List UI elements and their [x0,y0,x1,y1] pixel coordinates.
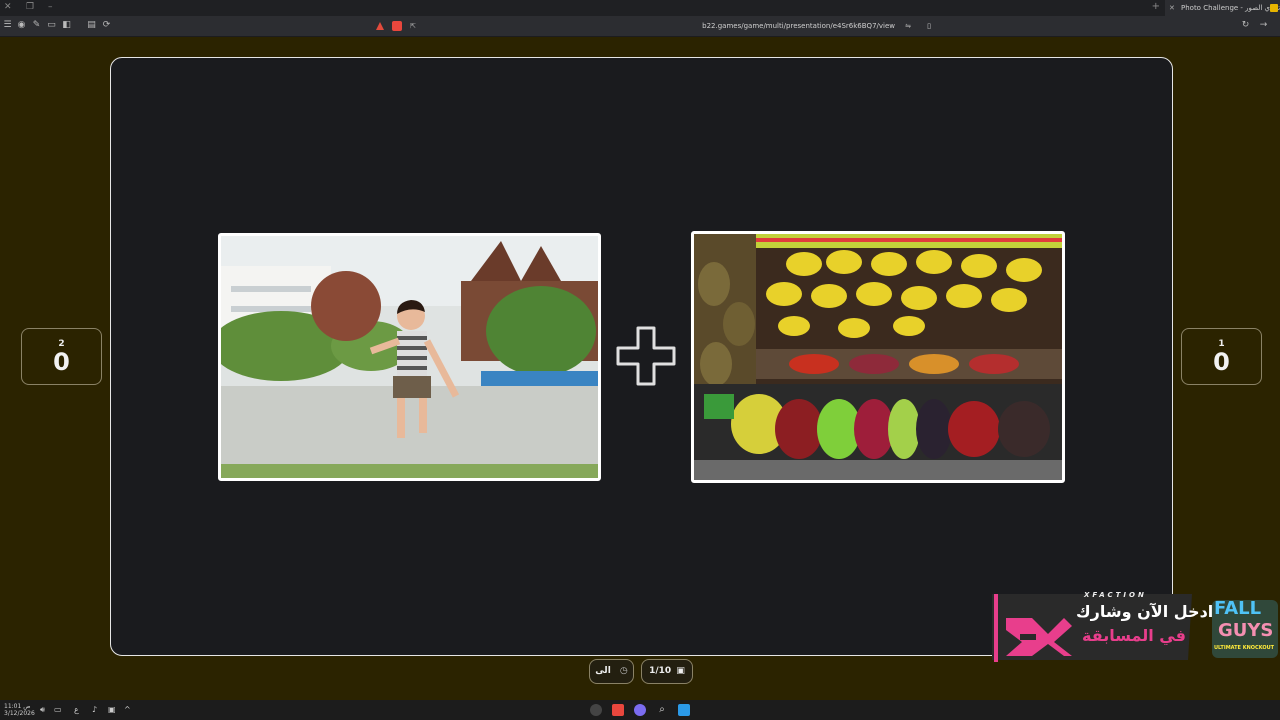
pen-icon[interactable]: ✎ [31,20,42,31]
language-icon[interactable]: ع [74,705,79,714]
ad-brand: XFACTION [1084,591,1147,599]
player-score: 0 [53,348,70,376]
image-right [691,231,1065,483]
url-text: b22.games/game/multi/presentation/e4Sr6k… [702,22,895,30]
wallet-icon[interactable]: ▤ [86,20,97,31]
timer-button[interactable]: الى ◷ [589,659,634,684]
clock-time: ص 11:01 [4,703,31,710]
minimize-window-icon[interactable]: – [48,2,53,12]
chevron-up-icon[interactable]: ^ [124,705,131,714]
close-window-icon[interactable]: ✕ [4,2,12,12]
brave-shield-icon[interactable] [392,21,402,31]
logo-top: FALL [1214,598,1262,619]
obs-icon[interactable] [590,704,602,716]
address-bar[interactable]: ⇱ b22.games/game/multi/presentation/e4Sr… [370,19,935,34]
score-box-right: 1 0 [1181,328,1262,385]
image-icon: ▣ [676,666,685,676]
tab-strip: ✕ ❐ – + ✕ Photo Challenge - تحدي الصور [0,0,1280,16]
progress-button[interactable]: 1/10 ▣ [641,659,693,684]
menu-icon[interactable]: ☰ [2,20,13,31]
tab-title: Photo Challenge - تحدي الصور [1181,4,1280,12]
app-tray-icon[interactable]: ▣ [108,705,116,714]
discord-icon[interactable] [634,704,646,716]
clock-date: 3/12/2026 [4,710,35,717]
restore-window-icon[interactable]: ❐ [26,2,34,12]
tab-close-icon[interactable]: ✕ [1169,0,1175,16]
back-icon[interactable]: → [1258,20,1269,31]
plus-icon [616,326,676,386]
windows-start-icon[interactable] [678,704,690,716]
tabs-icon[interactable]: ▭ [46,20,57,31]
score-box-left: 2 0 [21,328,102,385]
progress-text: 1/10 [649,666,672,676]
search-icon[interactable]: ⌕ [656,704,668,716]
sponsor-banner[interactable]: XFACTION ادخل الآن وشارك في المسابقة FAL… [992,590,1280,664]
photo-boy-ball-icon [221,236,598,478]
network-icon[interactable]: ▭ [54,705,62,714]
ad-line-1: ادخل الآن وشارك [1076,602,1214,621]
browser-toolbar: ☰ ◉ ✎ ▭ ◧ ▤ ⟳ ⇱ b22.games/game/multi/pre… [0,16,1280,37]
share-icon[interactable]: ⇱ [410,19,416,34]
mic-icon[interactable]: ♪ [92,705,97,714]
reload-icon[interactable]: ↻ [1240,20,1251,31]
timer-label: الى [595,666,611,676]
location-icon[interactable]: ◉ [16,20,27,31]
taskbar: ص 11:01 3/12/2026 🔊︎ ▭ ع ♪ ▣ ^ ⌕ [0,700,1280,720]
new-tab-icon[interactable]: + [1152,1,1160,12]
tab-favicon-icon [1270,4,1278,12]
logo-bottom: GUYS [1218,620,1274,641]
warning-icon[interactable] [376,22,384,30]
clock-icon: ◷ [619,666,628,676]
logo-sub: ULTIMATE KNOCKOUT [1214,645,1275,651]
player-score: 0 [1213,348,1230,376]
browser-tab[interactable]: ✕ Photo Challenge - تحدي الصور [1165,0,1280,16]
photo-fruit-stand-icon [694,234,1062,480]
bookmark-icon[interactable]: ▯ [927,19,931,34]
ad-line-2: في المسابقة [1082,626,1186,645]
sidebar-icon[interactable]: ◧ [61,20,72,31]
tune-icon[interactable]: ⇋ [905,19,911,34]
leo-icon[interactable]: ⟳ [101,20,112,31]
brave-icon[interactable] [612,704,624,716]
image-left [218,233,601,481]
clock[interactable]: ص 11:01 3/12/2026 [4,703,35,717]
volume-icon[interactable]: 🔊︎ [40,705,45,715]
